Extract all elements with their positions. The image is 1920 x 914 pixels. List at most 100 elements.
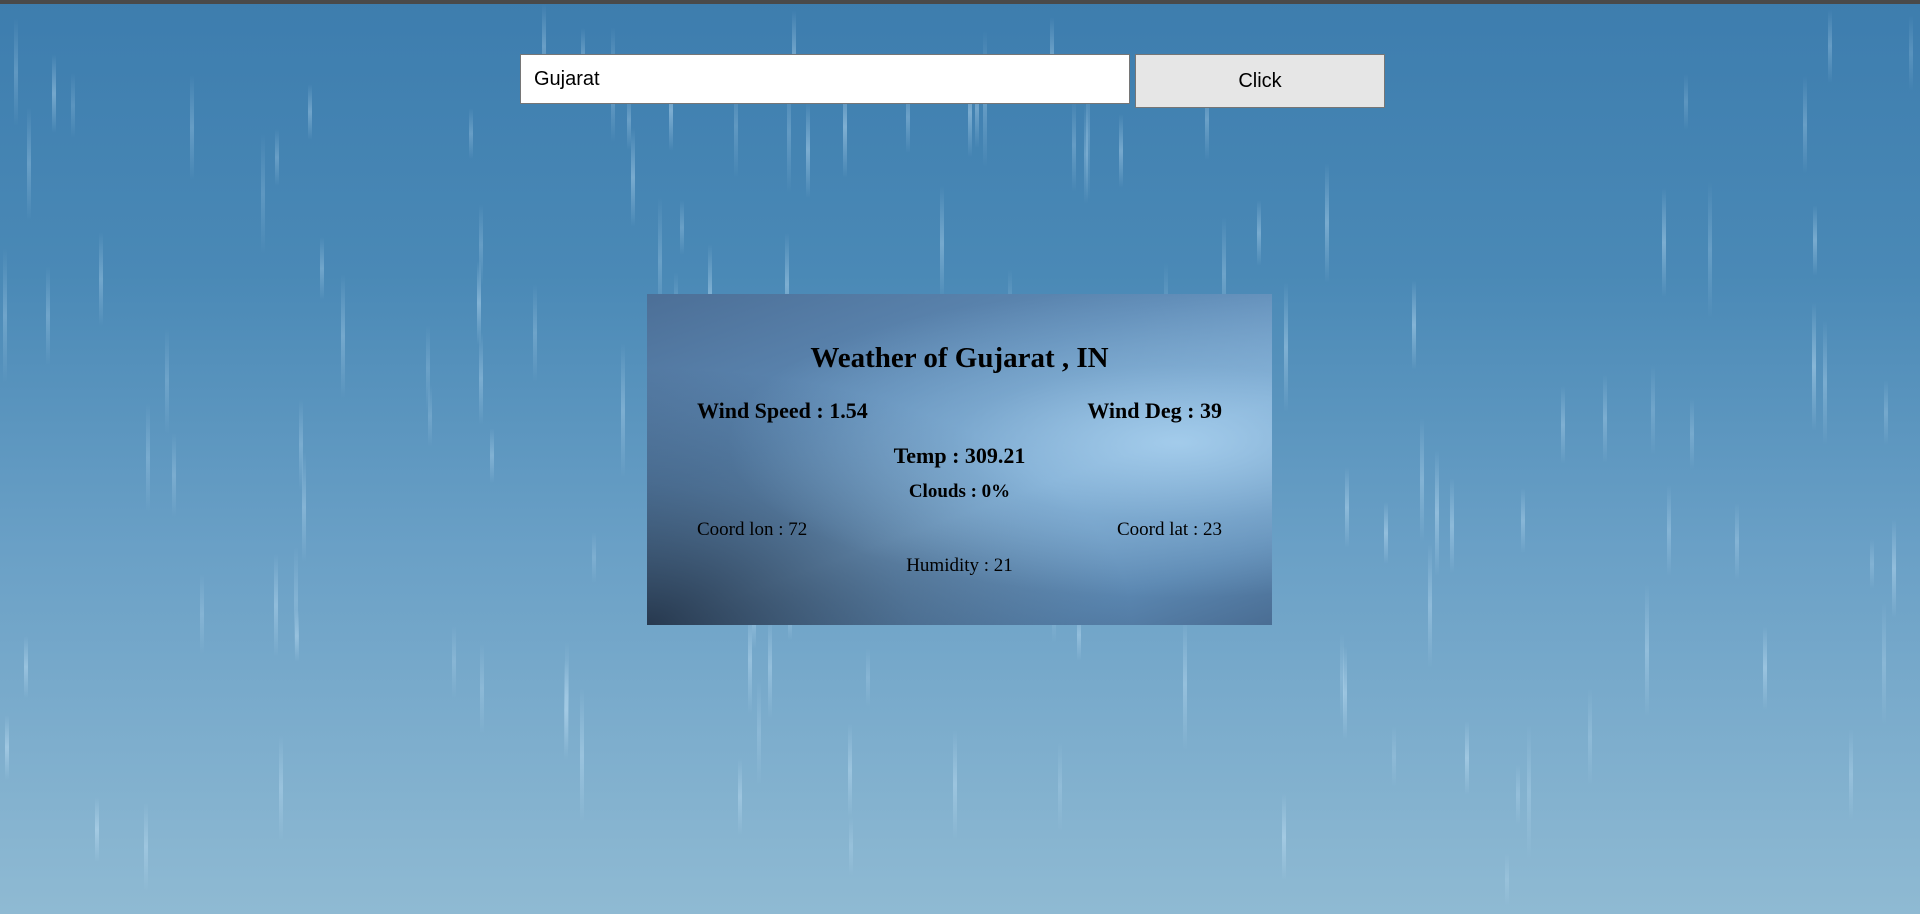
rain-streak — [3, 248, 7, 383]
rain-streak — [953, 730, 957, 839]
rain-streak — [757, 679, 761, 786]
rain-streak — [1884, 380, 1888, 445]
rain-streak — [631, 128, 635, 227]
rain-streak — [24, 636, 28, 698]
rain-streak — [146, 403, 150, 512]
rain-streak — [5, 715, 9, 780]
humidity: Humidity : 21 — [906, 555, 1013, 576]
rain-streak — [1412, 280, 1416, 370]
rain-streak — [1690, 398, 1694, 469]
coord-lon: Coord lon : 72 — [697, 519, 808, 540]
weather-title: Weather of Gujarat , IN — [810, 342, 1109, 374]
rain-streak — [426, 325, 430, 411]
rain-streak — [480, 643, 484, 734]
rain-streak — [1803, 76, 1807, 173]
rain-streak — [275, 129, 279, 186]
rain-streak — [479, 332, 483, 425]
clouds: Clouds : 0% — [908, 481, 1011, 502]
rain-streak — [144, 802, 148, 891]
rain-streak — [1505, 853, 1509, 906]
rain-streak — [533, 284, 537, 382]
rain-streak — [99, 232, 103, 326]
rain-streak — [27, 107, 31, 220]
rain-streak — [200, 574, 204, 654]
rain-streak — [1450, 478, 1454, 573]
rain-streak — [1828, 9, 1832, 83]
rain-streak — [172, 433, 176, 517]
rain-streak — [1435, 450, 1439, 576]
rain-streak — [806, 101, 810, 198]
rain-streak — [1465, 721, 1469, 795]
rain-streak — [1384, 502, 1388, 564]
rain-streak — [866, 648, 870, 707]
rain-streak — [1662, 188, 1666, 297]
temperature: Temp : 309.21 — [893, 443, 1026, 468]
rain-streak — [592, 532, 596, 583]
rain-streak — [1183, 618, 1187, 750]
coord-row: Coord lon : 72 Coord lat : 23 — [697, 519, 1222, 541]
rain-streak — [341, 274, 345, 398]
rain-streak — [1603, 374, 1607, 463]
rain-streak — [1708, 181, 1712, 318]
rain-streak — [1892, 519, 1896, 618]
rain-streak — [1909, 15, 1913, 91]
rain-streak — [849, 816, 853, 876]
rain-streak — [1284, 282, 1288, 412]
coord-lat: Coord lat : 23 — [1116, 519, 1222, 540]
rain-streak — [1257, 200, 1261, 266]
rain-streak — [1882, 601, 1886, 725]
rain-streak — [479, 204, 483, 286]
rain-streak — [190, 75, 194, 180]
rain-streak — [1651, 365, 1655, 455]
rain-streak — [1812, 302, 1816, 431]
rain-streak — [1735, 503, 1739, 580]
rain-streak — [299, 399, 303, 490]
rain-streak — [1428, 543, 1432, 668]
rain-streak — [1392, 726, 1396, 787]
rain-streak — [1527, 724, 1531, 860]
rain-streak — [261, 133, 265, 254]
rain-streak — [308, 84, 312, 140]
rain-streak — [1870, 539, 1874, 589]
rain-streak — [1763, 626, 1767, 710]
rain-streak — [1521, 488, 1525, 553]
rain-streak — [1561, 386, 1565, 464]
search-bar: Click — [520, 54, 1385, 108]
weather-card: Weather of Gujarat , IN Wind Speed : 1.5… — [647, 294, 1272, 625]
search-button[interactable]: Click — [1135, 54, 1385, 108]
rain-streak — [469, 108, 473, 159]
rain-streak — [1645, 584, 1649, 717]
city-search-input[interactable] — [520, 54, 1130, 104]
rain-streak — [95, 797, 99, 862]
rain-streak — [165, 328, 169, 434]
rain-streak — [580, 688, 584, 823]
rain-streak — [848, 723, 852, 818]
rain-streak — [680, 200, 684, 255]
rain-streak — [1282, 793, 1286, 881]
rain-streak — [1684, 74, 1688, 130]
rain-streak — [279, 735, 283, 841]
rain-streak — [1340, 633, 1344, 721]
rain-streak — [1084, 104, 1088, 204]
rain-streak — [940, 186, 944, 301]
rain-streak — [1058, 741, 1062, 832]
rain-streak — [1813, 205, 1817, 276]
rain-streak — [14, 18, 18, 126]
rain-streak — [320, 237, 324, 300]
rain-streak — [274, 554, 278, 657]
rain-streak — [1119, 114, 1123, 188]
rain-streak — [621, 343, 625, 478]
rain-streak — [490, 428, 494, 483]
rain-streak — [564, 660, 568, 760]
rain-streak — [1325, 163, 1329, 283]
rain-streak — [52, 54, 56, 133]
rain-streak — [294, 546, 298, 655]
rain-streak — [1823, 320, 1827, 445]
rain-streak — [1420, 418, 1424, 542]
rain-streak — [452, 625, 456, 698]
rain-streak — [738, 758, 742, 835]
rain-streak — [1667, 485, 1671, 576]
wind-speed: Wind Speed : 1.54 — [697, 398, 868, 423]
wind-row: Wind Speed : 1.54 Wind Deg : 39 — [697, 398, 1222, 424]
rain-streak — [1849, 729, 1853, 820]
